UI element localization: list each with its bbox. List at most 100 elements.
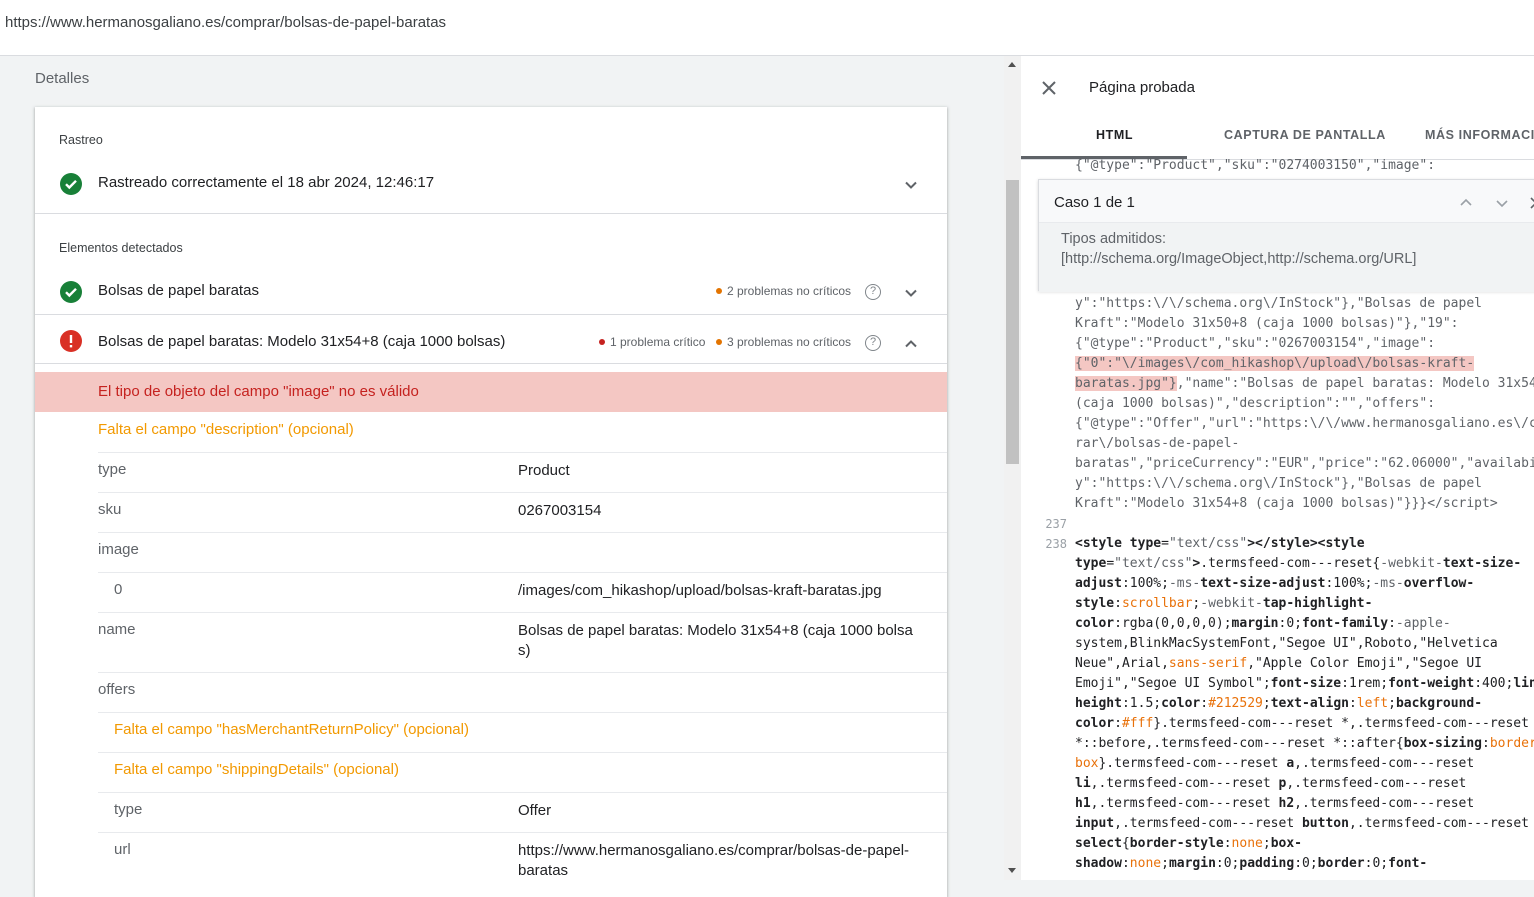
code-line: *::before,.termsfeed-com---reset *::afte… <box>1075 736 1534 751</box>
field-value-name: Bolsas de papel baratas: Modelo 31x54+8 … <box>518 622 913 659</box>
table-divider <box>98 712 947 713</box>
code-line: h1,.termsfeed-com---reset h2,.termsfeed-… <box>1075 796 1475 811</box>
help-icon[interactable]: ? <box>865 284 881 300</box>
field-value-url: https://www.hermanosgaliano.es/comprar/b… <box>518 842 910 879</box>
details-title: Detalles <box>35 70 90 87</box>
code-line: {"@type":"Product","sku":"0267003154","i… <box>1075 336 1436 351</box>
code-line: <style type="text/css"></style><style <box>1075 536 1365 551</box>
field-value-type: Product <box>518 462 570 479</box>
check-circle-icon <box>60 173 82 195</box>
critical-count: 1 problema crítico <box>599 335 705 349</box>
table-divider <box>98 792 947 793</box>
error-dot-icon <box>599 338 605 345</box>
code-line: {"@type":"Offer","url":"https:\/\/www.he… <box>1075 416 1534 431</box>
field-key-offer-type: type <box>114 801 143 818</box>
code-line-highlighted: baratas.jpg"},"name":"Bolsas de papel ba… <box>1075 376 1534 391</box>
table-divider <box>98 452 947 453</box>
divider <box>35 363 947 364</box>
code-line: Kraft":"Modelo 31x50+8 (caja 1000 bolsas… <box>1075 316 1459 331</box>
supported-types-label: Tipos admitidos: <box>1061 231 1167 247</box>
case-details: Tipos admitidos: [http://schema.org/Imag… <box>1039 222 1534 292</box>
close-icon[interactable] <box>1529 196 1534 210</box>
chevron-up-icon[interactable] <box>903 336 919 352</box>
panel-title: Página probada <box>1089 79 1195 96</box>
details-pane: Detalles Rastreo Rastreado correctamente… <box>0 56 1004 897</box>
case-title: Caso 1 de 1 <box>1054 194 1135 211</box>
chevron-up-icon[interactable] <box>1459 196 1473 210</box>
divider <box>35 314 947 315</box>
divider <box>35 213 947 214</box>
code-line: baratas","priceCurrency":"EUR","price":"… <box>1075 456 1534 471</box>
field-key-url: url <box>114 841 131 858</box>
critical-error-banner[interactable]: El tipo de objeto del campo "image" no e… <box>35 372 947 412</box>
field-key-image: image <box>98 541 139 558</box>
scrollbar-thumb[interactable] <box>1006 180 1019 464</box>
code-line: style:scrollbar;-webkit-tap-highlight- <box>1075 596 1373 611</box>
warning-dot-icon <box>716 338 722 345</box>
tested-page-panel: Página probada HTML CAPTURA DE PANTALLA … <box>1021 56 1534 880</box>
url-bar[interactable]: https://www.hermanosgaliano.es/comprar/b… <box>0 0 1534 56</box>
code-line-highlighted: {"0":"\/images\/com_hikashop\/upload\/bo… <box>1075 356 1475 371</box>
code-line: select{border-style:none;box- <box>1075 836 1302 851</box>
code-line: color:#fff}.termsfeed-com---reset *,.ter… <box>1075 716 1529 731</box>
line-number: 238 <box>1045 537 1067 551</box>
code-line: {"@type":"Product","sku":"0274003150","i… <box>1075 158 1436 173</box>
detected-item-2[interactable]: Bolsas de papel baratas: Modelo 31x54+8 … <box>35 319 947 363</box>
details-card: Rastreo Rastreado correctamente el 18 ab… <box>35 107 947 897</box>
tab-html[interactable]: HTML <box>1096 128 1133 142</box>
chevron-down-icon[interactable] <box>903 285 919 301</box>
code-line: rar\/bolsas-de-papel- <box>1075 436 1240 451</box>
field-key-type: type <box>98 461 127 478</box>
table-divider <box>98 532 947 533</box>
scroll-down-arrow-icon[interactable] <box>1008 868 1016 873</box>
table-divider <box>98 752 947 753</box>
code-line: y":"https:\/\/schema.org\/InStock"},"Bol… <box>1075 296 1482 311</box>
critical-error-text: El tipo de objeto del campo "image" no e… <box>98 383 419 400</box>
field-value-image-0: /images/com_hikashop/upload/bolsas-kraft… <box>518 582 882 599</box>
supported-types-value: [http://schema.org/ImageObject,http://sc… <box>1061 251 1417 267</box>
code-line: type="text/css">.termsfeed-com---reset{-… <box>1075 556 1522 571</box>
table-divider <box>98 672 947 673</box>
code-line: input,.termsfeed-com---reset button,.ter… <box>1075 816 1529 831</box>
code-line: Neue",Arial,sans-serif,"Apple Color Emoj… <box>1075 656 1483 671</box>
field-key-image-0: 0 <box>114 581 123 598</box>
table-divider <box>98 612 947 613</box>
table-divider <box>98 572 947 573</box>
url-text: https://www.hermanosgaliano.es/comprar/b… <box>5 14 447 31</box>
chevron-down-icon[interactable] <box>903 177 919 193</box>
warning-dot-icon <box>716 287 722 294</box>
line-number: 237 <box>1045 517 1067 531</box>
code-line: Kraft":"Modelo 31x54+8 (caja 1000 bolsas… <box>1075 496 1498 511</box>
code-line: Emoji","Segoe UI Symbol";font-size:1rem;… <box>1075 676 1534 691</box>
code-line: system,BlinkMacSystemFont,"Segoe UI",Rob… <box>1075 636 1498 651</box>
help-icon[interactable]: ? <box>865 335 881 351</box>
field-key-offers: offers <box>98 681 136 698</box>
code-line: shadow:none;margin:0;padding:0;border:0;… <box>1075 856 1428 871</box>
noncritical-count: 3 problemas no críticos <box>716 335 851 349</box>
code-line: adjust:100%;-ms-text-size-adjust:100%;-m… <box>1075 576 1475 591</box>
warning-shipping[interactable]: Falta el campo "shippingDetails" (opcion… <box>114 761 399 778</box>
code-line: y":"https:\/\/schema.org\/InStock"},"Bol… <box>1075 476 1482 491</box>
field-key-sku: sku <box>98 501 122 518</box>
tab-screenshot[interactable]: CAPTURA DE PANTALLA <box>1224 128 1386 142</box>
tab-more-info[interactable]: MÁS INFORMACIÓN <box>1425 128 1534 142</box>
close-icon[interactable] <box>1041 80 1057 96</box>
check-circle-icon <box>60 281 82 303</box>
table-divider <box>98 832 947 833</box>
warning-return-policy[interactable]: Falta el campo "hasMerchantReturnPolicy"… <box>114 721 469 738</box>
field-value-offer-type: Offer <box>518 802 552 819</box>
chevron-down-icon[interactable] <box>1495 196 1509 210</box>
error-circle-icon <box>60 330 82 352</box>
field-key-name: name <box>98 621 136 638</box>
detected-item-1[interactable]: Bolsas de papel baratas 2 problemas no c… <box>35 272 947 312</box>
code-line: (caja 1000 bolsas)","description":"","of… <box>1075 396 1436 411</box>
detected-item-name: Bolsas de papel baratas <box>98 282 259 299</box>
code-line: height:1.5;color:#212529;text-align:left… <box>1075 696 1483 711</box>
case-popup: Caso 1 de 1 Tipos admitidos: [http://sch… <box>1038 179 1534 292</box>
crawl-status: Rastreado correctamente el 18 abr 2024, … <box>98 174 435 191</box>
scroll-up-arrow-icon[interactable] <box>1008 62 1016 67</box>
crawl-row[interactable]: Rastreado correctamente el 18 abr 2024, … <box>35 167 947 207</box>
detected-item-name: Bolsas de papel baratas: Modelo 31x54+8 … <box>98 333 506 350</box>
warning-description[interactable]: Falta el campo "description" (opcional) <box>98 421 354 438</box>
crawl-label: Rastreo <box>59 133 103 147</box>
